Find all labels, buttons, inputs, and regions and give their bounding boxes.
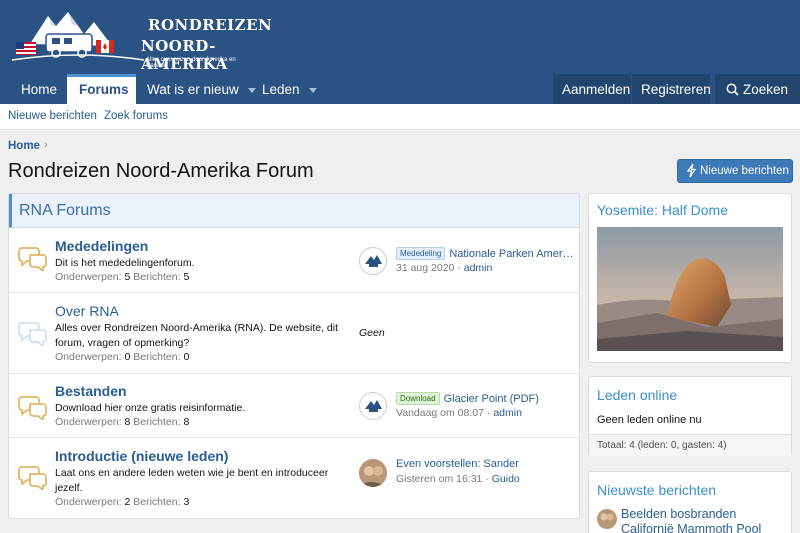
logo-mountains-camper-icon bbox=[11, 12, 145, 61]
no-last-post-text: Geen bbox=[359, 327, 385, 339]
forum-title-link[interactable]: Introductie (nieuwe leden) bbox=[55, 448, 228, 464]
us-flag-icon bbox=[16, 42, 36, 55]
page-body: Home › Rondreizen Noord-Amerika Forum Ni… bbox=[0, 130, 800, 533]
forum-row: Introductie (nieuwe leden) Laat ons en a… bbox=[9, 438, 579, 519]
avatar[interactable] bbox=[359, 459, 387, 487]
last-post-title-text: Nationale Parken Amer… bbox=[449, 248, 574, 260]
online-widget-title[interactable]: Leden online bbox=[597, 387, 677, 403]
login-label: Aanmelden bbox=[562, 82, 631, 97]
forum-description: Download hier onze gratis reisinformatie… bbox=[55, 402, 246, 414]
forum-chat-icon bbox=[18, 247, 47, 271]
avatar[interactable] bbox=[597, 509, 617, 529]
forum-title-link[interactable]: Bestanden bbox=[55, 383, 127, 399]
nav-home[interactable]: Home bbox=[9, 74, 69, 104]
chevron-down-icon bbox=[308, 87, 317, 93]
prefix-badge: Download bbox=[396, 392, 440, 405]
last-post-date[interactable]: Gisteren om 16:31 bbox=[396, 473, 482, 485]
site-header: RONDREIZEN NOORD-AMERIKA Alles over reiz… bbox=[0, 0, 800, 105]
search-button[interactable]: Zoeken bbox=[715, 74, 800, 104]
photo-widget-title[interactable]: Yosemite: Half Dome bbox=[597, 202, 728, 218]
sub-nav: Nieuwe berichten Zoek forums bbox=[0, 104, 800, 130]
nav-home-label: Home bbox=[21, 82, 58, 97]
last-post-date[interactable]: Vandaag om 08:07 bbox=[396, 407, 484, 419]
photo-widget: Yosemite: Half Dome bbox=[588, 193, 792, 363]
login-button[interactable]: Aanmelden bbox=[553, 74, 631, 104]
register-label: Registreren bbox=[641, 82, 711, 97]
last-post-user[interactable]: Guido bbox=[492, 473, 520, 485]
latest-posts-title[interactable]: Nieuwste berichten bbox=[597, 482, 716, 498]
chevron-right-icon: › bbox=[44, 139, 48, 151]
forum-row: Bestanden Download hier onze gratis reis… bbox=[9, 374, 579, 438]
new-posts-button[interactable]: Nieuwe berichten bbox=[677, 159, 793, 183]
online-total: Totaal: 4 (leden: 0, gasten: 4) bbox=[589, 434, 791, 456]
forum-stats: Onderwerpen: 8 Berichten: 8 bbox=[55, 416, 190, 428]
page-title: Rondreizen Noord-Amerika Forum bbox=[8, 160, 314, 182]
last-post-user[interactable]: admin bbox=[464, 262, 493, 274]
breadcrumb-home[interactable]: Home bbox=[8, 140, 40, 152]
search-icon bbox=[726, 83, 739, 96]
latest-post-link[interactable]: Beelden bosbranden Californië Mammoth Poo… bbox=[621, 507, 791, 533]
bolt-icon bbox=[686, 163, 697, 178]
search-label: Zoeken bbox=[743, 82, 789, 97]
latest-post-line1: Beelden bosbranden bbox=[621, 507, 737, 521]
logo-title-line1: RONDREIZEN bbox=[148, 16, 273, 34]
half-dome-photo[interactable] bbox=[597, 227, 783, 351]
avatar[interactable] bbox=[359, 392, 387, 420]
forum-row: Mededelingen Dit is het mededelingenforu… bbox=[9, 229, 579, 293]
forum-chat-icon bbox=[18, 396, 47, 420]
last-post-title[interactable]: Even voorstellen: Sander bbox=[396, 458, 519, 470]
site-logo-avatar-icon bbox=[365, 400, 382, 412]
nav-members-label: Leden bbox=[262, 82, 300, 97]
latest-post-line2: Californië Mammoth Pool bbox=[621, 522, 762, 533]
forum-description: Laat ons en andere leden weten wie je be… bbox=[55, 467, 329, 494]
forum-title-link[interactable]: Over RNA bbox=[55, 303, 119, 319]
site-logo[interactable]: RONDREIZEN NOORD-AMERIKA Alles over reiz… bbox=[8, 6, 272, 73]
forum-row: Over RNA Alles over Rondreizen Noord-Ame… bbox=[9, 293, 579, 374]
site-logo-avatar-icon bbox=[365, 255, 382, 267]
nav-whats-new[interactable]: Wat is er nieuw bbox=[135, 74, 268, 104]
forum-stats: Onderwerpen: 2 Berichten: 3 bbox=[55, 496, 190, 508]
half-dome-image-icon bbox=[597, 227, 783, 351]
last-post-title-text: Glacier Point (PDF) bbox=[443, 393, 539, 405]
last-post-meta: Vandaag om 08:07 · admin bbox=[396, 407, 522, 419]
forum-description: Alles over Rondreizen Noord-Amerika (RNA… bbox=[55, 322, 339, 349]
nav-members[interactable]: Leden bbox=[250, 74, 329, 104]
forum-stats: Onderwerpen: 0 Berichten: 0 bbox=[55, 351, 190, 363]
main-nav: Home Forums Wat is er nieuw Leden Aanmel… bbox=[0, 74, 800, 105]
logo-tagline: Alles over reizen door Amerika en Canada bbox=[146, 57, 236, 69]
online-members-text: Geen leden online nu bbox=[597, 414, 702, 426]
last-post-user[interactable]: admin bbox=[493, 407, 522, 419]
user-photo-avatar-icon bbox=[597, 509, 617, 529]
forum-stats: Onderwerpen: 5 Berichten: 5 bbox=[55, 271, 190, 283]
subnav-new-posts-link[interactable]: Nieuwe berichten bbox=[8, 110, 97, 122]
last-post-meta: Gisteren om 16:31 · Guido bbox=[396, 473, 520, 485]
new-posts-button-label: Nieuwe berichten bbox=[700, 165, 789, 177]
last-post-date[interactable]: 31 aug 2020 bbox=[396, 262, 454, 274]
register-button[interactable]: Registreren bbox=[632, 74, 711, 104]
prefix-badge: Mededeling bbox=[396, 247, 446, 260]
user-photo-avatar-icon bbox=[359, 459, 387, 487]
last-post-meta: 31 aug 2020 · admin bbox=[396, 262, 493, 274]
subnav-search-forums-link[interactable]: Zoek forums bbox=[104, 110, 168, 122]
canada-flag-icon bbox=[96, 40, 114, 53]
nav-forums-label: Forums bbox=[79, 82, 129, 97]
forum-list: RNA Forums Mededelingen Dit is het meded… bbox=[8, 193, 580, 519]
last-post-title[interactable]: Download Glacier Point (PDF) bbox=[396, 392, 539, 405]
nav-forums[interactable]: Forums bbox=[67, 74, 136, 105]
forum-category-heading[interactable]: RNA Forums bbox=[9, 194, 579, 228]
online-widget: Leden online Geen leden online nu Totaal… bbox=[588, 376, 792, 456]
avatar[interactable] bbox=[359, 247, 387, 275]
forum-description: Dit is het mededelingenforum. bbox=[55, 257, 195, 269]
nav-whats-new-label: Wat is er nieuw bbox=[147, 82, 239, 97]
last-post-title[interactable]: Mededeling Nationale Parken Amer… bbox=[396, 247, 574, 260]
forum-title-link[interactable]: Mededelingen bbox=[55, 238, 148, 254]
forum-chat-read-icon bbox=[18, 322, 47, 346]
forum-chat-icon bbox=[18, 466, 47, 490]
latest-posts-widget: Nieuwste berichten Beelden bosbranden Cal… bbox=[588, 471, 792, 533]
